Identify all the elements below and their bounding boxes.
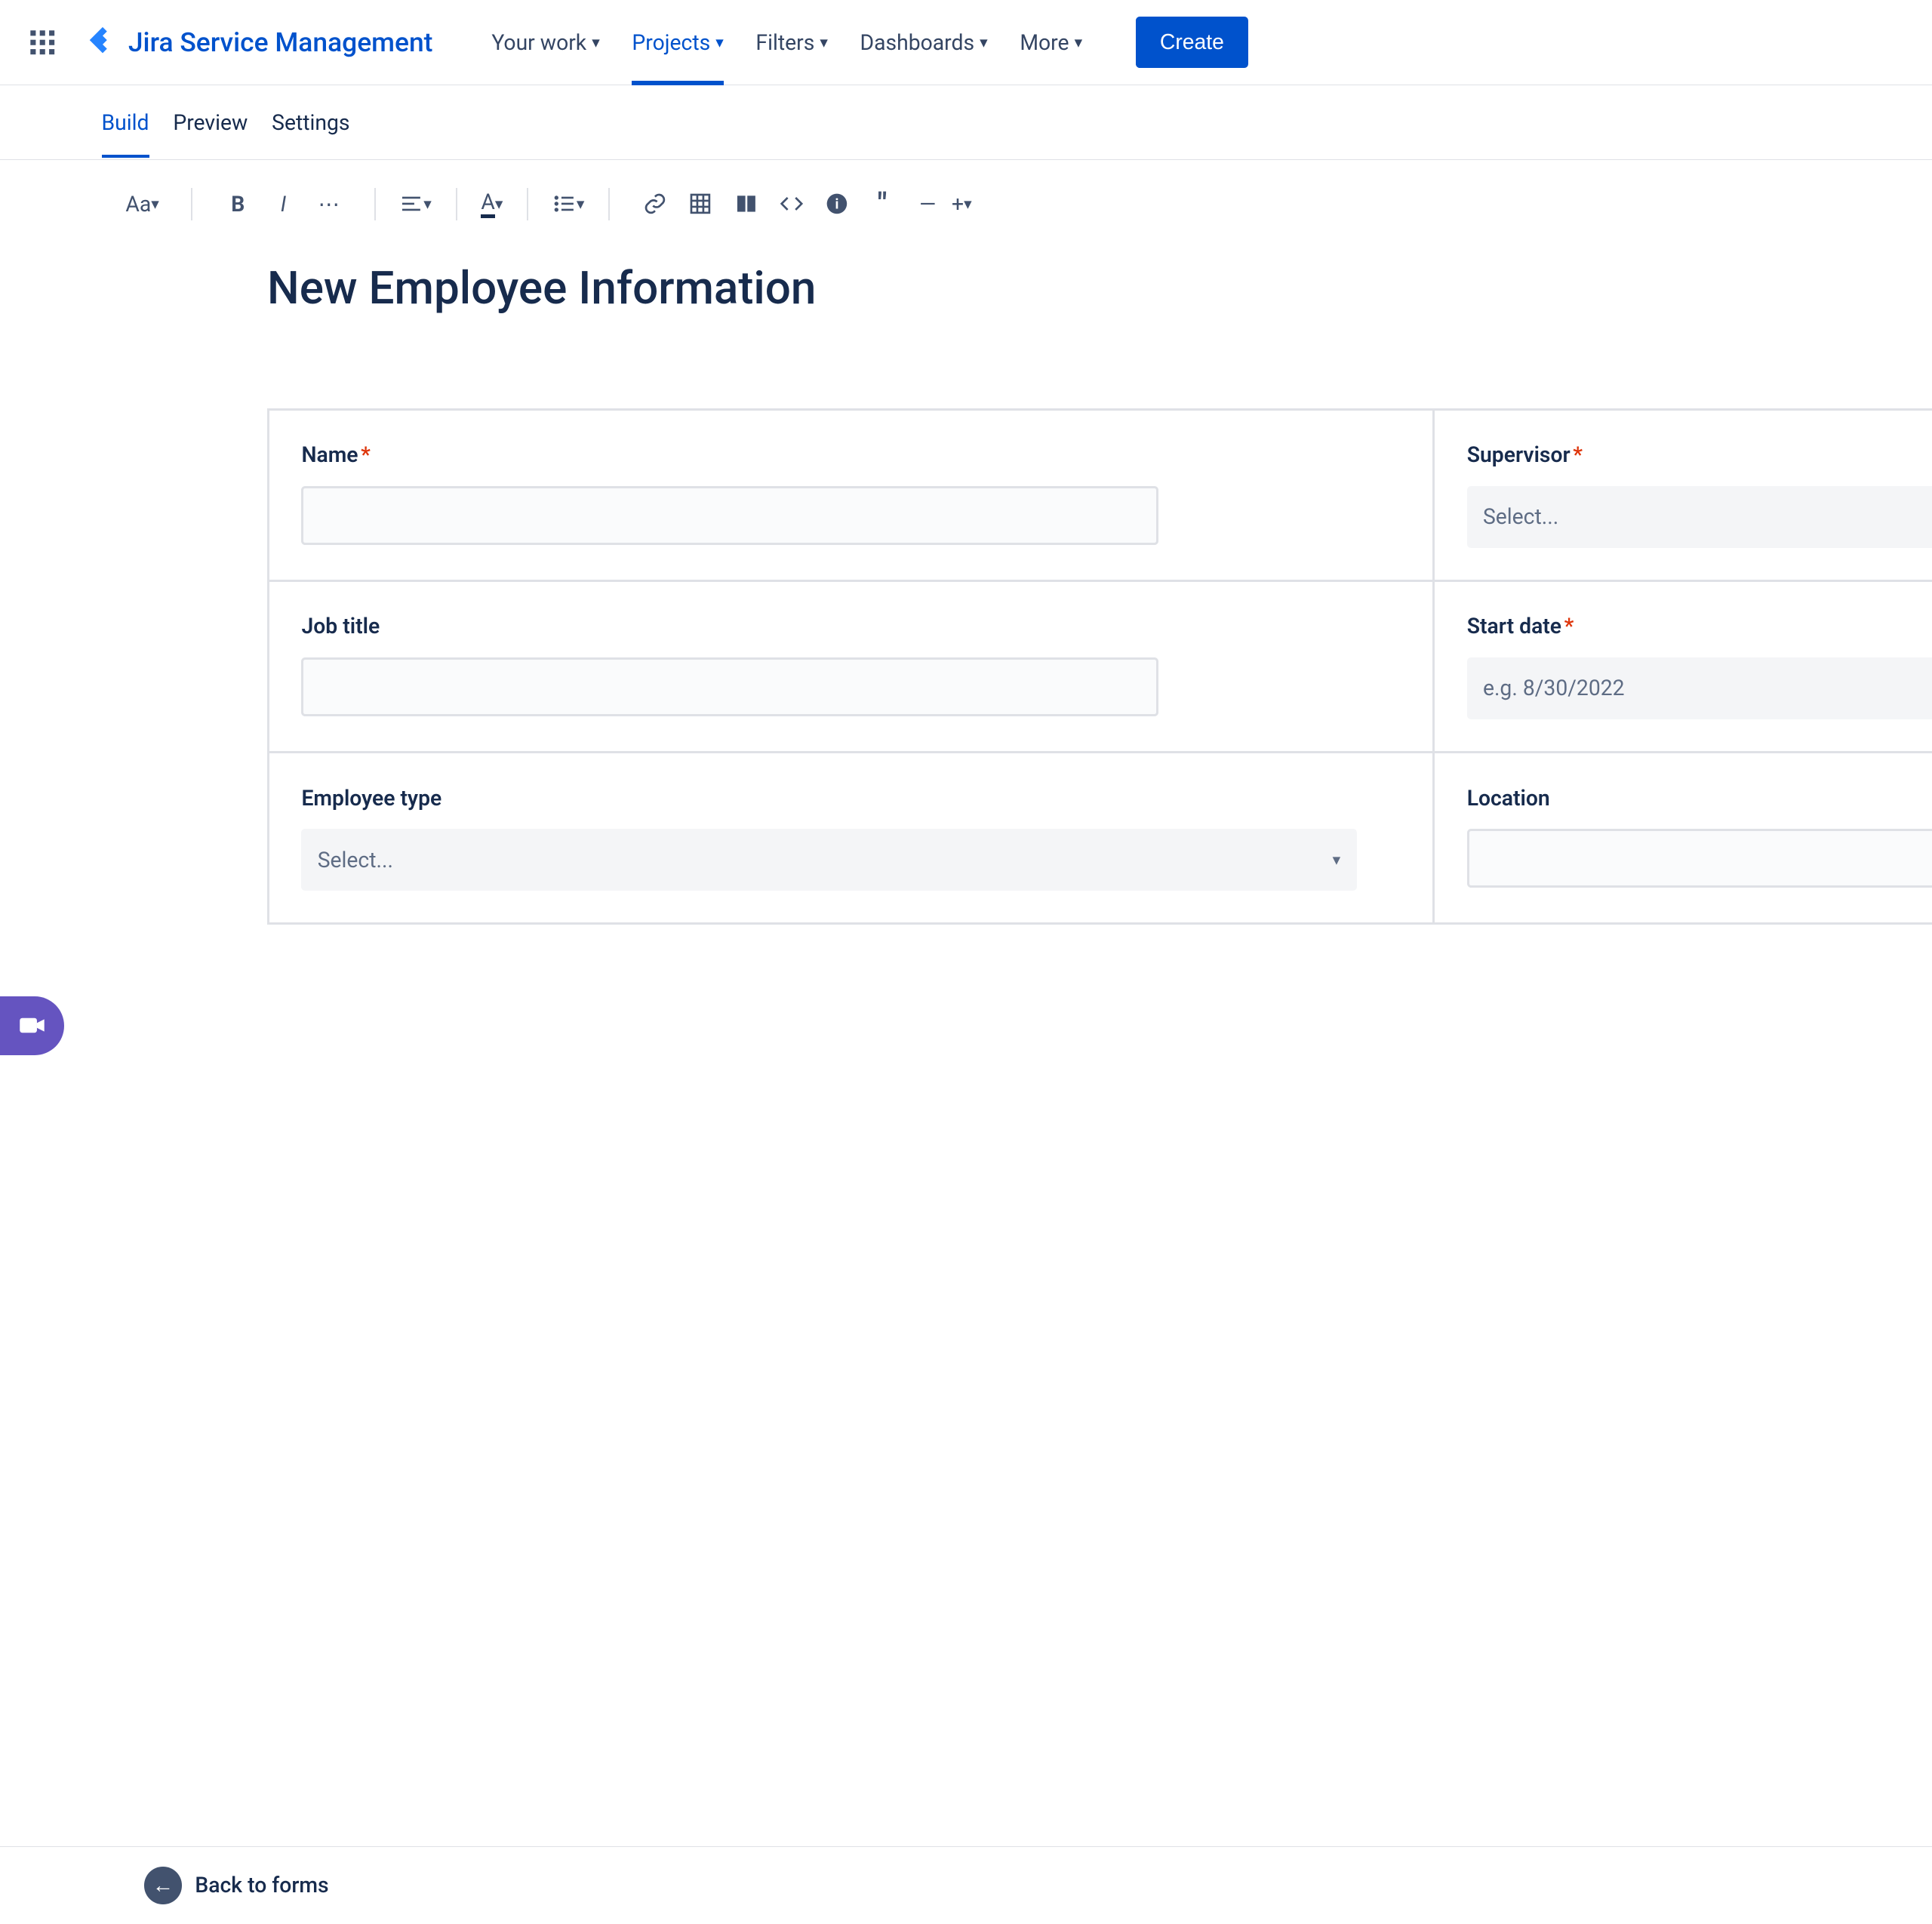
more-formatting-button[interactable]: ⋯ — [307, 183, 350, 226]
code-icon — [780, 192, 804, 216]
nav-items: Your work▾ Projects▾ Filters▾ Dashboards… — [475, 0, 1098, 85]
insert-button[interactable]: +▾ — [952, 183, 972, 226]
columns-icon — [734, 192, 758, 216]
field-label: Location — [1467, 786, 1932, 811]
chevron-down-icon: ▾ — [423, 195, 432, 214]
video-icon — [17, 1011, 47, 1040]
code-button[interactable] — [770, 183, 813, 226]
form-cell-start-date[interactable]: Start date* e.g. 8/30/2022 — [1435, 582, 1932, 753]
location-input[interactable] — [1467, 829, 1932, 888]
bold-button[interactable]: B — [217, 183, 260, 226]
nav-dashboards[interactable]: Dashboards▾ — [844, 0, 1004, 85]
tab-settings[interactable]: Settings — [272, 89, 349, 157]
form-cell-job-title[interactable]: Job title — [269, 582, 1435, 753]
field-label: Job title — [301, 614, 1400, 639]
form-cell-name[interactable]: Name* — [269, 411, 1435, 582]
form-grid: Name* Supervisor* Select...▾ Job title S… — [267, 408, 1932, 925]
back-to-forms-link[interactable]: ← Back to forms — [144, 1867, 328, 1904]
back-arrow-icon: ← — [144, 1867, 182, 1904]
create-button[interactable]: Create — [1136, 17, 1248, 68]
nav-filters[interactable]: Filters▾ — [740, 0, 844, 85]
chevron-down-icon: ▾ — [1075, 33, 1083, 52]
tab-preview[interactable]: Preview — [173, 89, 248, 157]
required-asterisk: * — [361, 442, 371, 467]
subtabs: Build Preview Settings Give feedback — [0, 85, 1932, 160]
editor-pane: Aa▾ B I ⋯ ▾ A▾ ▾ — [0, 160, 1932, 1846]
start-date-input[interactable]: e.g. 8/30/2022 — [1467, 657, 1932, 719]
quote-button[interactable]: " — [861, 183, 904, 226]
info-icon: i — [825, 192, 849, 216]
nav-your-work[interactable]: Your work▾ — [475, 0, 616, 85]
link-button[interactable] — [634, 183, 677, 226]
field-label: Supervisor* — [1467, 442, 1932, 467]
italic-button[interactable]: I — [262, 183, 305, 226]
form-cell-location[interactable]: Location — [1435, 753, 1932, 922]
chevron-down-icon: ▾ — [1333, 851, 1341, 870]
table-button[interactable] — [679, 183, 722, 226]
chevron-down-icon: ▾ — [980, 33, 988, 52]
footer: ← Back to forms Save changes — [0, 1846, 1932, 1924]
name-input[interactable] — [301, 486, 1158, 545]
employee-type-select[interactable]: Select...▾ — [301, 829, 1356, 890]
nav-more[interactable]: More▾ — [1004, 0, 1098, 85]
align-left-icon — [399, 192, 423, 216]
field-label: Employee type — [301, 786, 1400, 811]
chevron-down-icon: ▾ — [820, 33, 828, 52]
tab-build[interactable]: Build — [102, 89, 149, 157]
svg-text:i: i — [835, 196, 838, 213]
table-icon — [688, 192, 712, 216]
main-area: Aa▾ B I ⋯ ▾ A▾ ▾ — [0, 160, 1932, 1846]
layout-button[interactable] — [724, 183, 768, 226]
top-navigation: Jira Service Management Your work▾ Proje… — [0, 0, 1932, 85]
job-title-input[interactable] — [301, 657, 1158, 716]
chevron-down-icon: ▾ — [715, 33, 724, 52]
chevron-down-icon: ▾ — [151, 195, 159, 214]
chevron-down-icon: ▾ — [495, 195, 503, 214]
chevron-down-icon: ▾ — [577, 195, 585, 214]
field-label: Name* — [301, 442, 1400, 467]
required-asterisk: * — [1573, 442, 1583, 467]
list-icon — [552, 192, 577, 216]
app-switcher-icon[interactable] — [16, 16, 69, 69]
supervisor-select[interactable]: Select...▾ — [1467, 486, 1932, 547]
chevron-down-icon: ▾ — [592, 33, 600, 52]
divider-button[interactable]: — — [906, 183, 949, 226]
form-cell-supervisor[interactable]: Supervisor* Select...▾ — [1435, 411, 1932, 582]
product-name: Jira Service Management — [128, 26, 433, 58]
editor-toolbar: Aa▾ B I ⋯ ▾ A▾ ▾ — [0, 160, 1932, 248]
info-button[interactable]: i — [816, 183, 859, 226]
alignment-button[interactable]: ▾ — [399, 183, 432, 226]
list-button[interactable]: ▾ — [552, 183, 585, 226]
text-style-button[interactable]: Aa▾ — [118, 183, 168, 226]
form-canvas: Name* Supervisor* Select...▾ Job title S… — [0, 328, 1932, 1846]
form-cell-employee-type[interactable]: Employee type Select...▾ — [269, 753, 1435, 922]
video-help-fab[interactable] — [0, 996, 64, 1055]
field-label: Start date* — [1467, 614, 1932, 639]
document-title[interactable]: New Employee Information — [0, 248, 1932, 328]
link-icon — [643, 192, 667, 216]
text-color-button[interactable]: A▾ — [481, 183, 503, 226]
product-logo[interactable]: Jira Service Management — [75, 25, 444, 60]
nav-projects[interactable]: Projects▾ — [616, 0, 740, 85]
required-asterisk: * — [1564, 614, 1574, 639]
chevron-down-icon: ▾ — [964, 195, 972, 214]
